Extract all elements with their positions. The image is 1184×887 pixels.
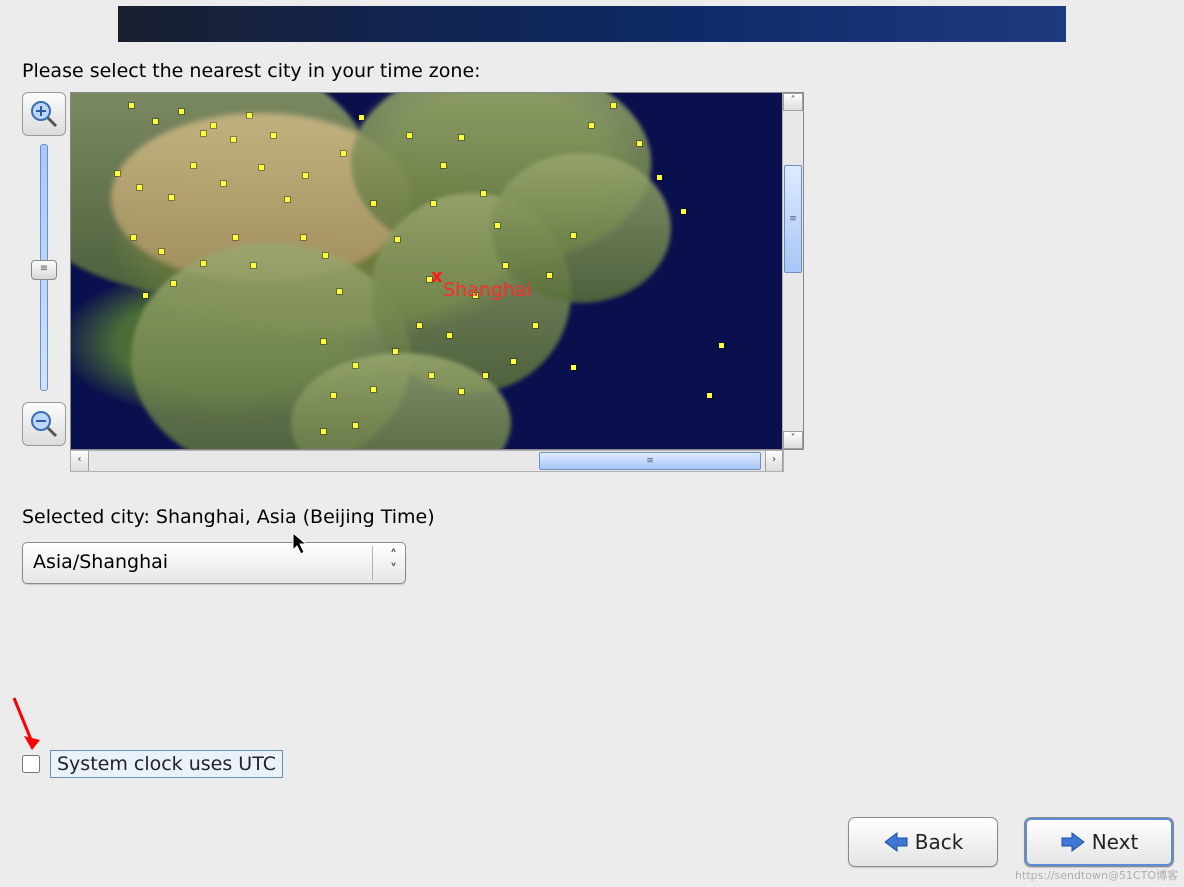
world-map[interactable]: xShanghai ˄ ≡ ˅ bbox=[70, 92, 804, 450]
city-dot[interactable] bbox=[247, 113, 252, 118]
city-dot[interactable] bbox=[353, 363, 358, 368]
map-vertical-scrollbar[interactable]: ˄ ≡ ˅ bbox=[782, 93, 803, 449]
city-dot[interactable] bbox=[533, 323, 538, 328]
city-dot[interactable] bbox=[137, 185, 142, 190]
zoom-slider-thumb[interactable]: ≡ bbox=[31, 260, 57, 280]
city-dot[interactable] bbox=[441, 163, 446, 168]
map-canvas[interactable]: xShanghai bbox=[71, 93, 783, 449]
city-dot[interactable] bbox=[571, 233, 576, 238]
system-clock-utc-checkbox[interactable] bbox=[22, 755, 40, 773]
city-dot[interactable] bbox=[221, 181, 226, 186]
dropdown-spinner-icon: ˄˅ bbox=[390, 549, 397, 577]
city-dot[interactable] bbox=[129, 103, 134, 108]
city-dot[interactable] bbox=[589, 123, 594, 128]
city-dot[interactable] bbox=[321, 429, 326, 434]
city-dot[interactable] bbox=[719, 343, 724, 348]
back-arrow-icon bbox=[883, 831, 909, 853]
city-dot[interactable] bbox=[271, 133, 276, 138]
zoom-in-button[interactable] bbox=[22, 92, 66, 136]
city-dot[interactable] bbox=[359, 115, 364, 120]
city-dot[interactable] bbox=[459, 135, 464, 140]
selected-city-marker[interactable]: x bbox=[431, 271, 443, 283]
city-dot[interactable] bbox=[637, 141, 642, 146]
timezone-prompt: Please select the nearest city in your t… bbox=[22, 60, 822, 82]
watermark: https://sendtown@51CTO博客 bbox=[1015, 867, 1178, 883]
timezone-value: Asia/Shanghai bbox=[33, 551, 168, 573]
city-dot[interactable] bbox=[431, 201, 436, 206]
city-dot[interactable] bbox=[341, 151, 346, 156]
city-dot[interactable] bbox=[571, 365, 576, 370]
city-dot[interactable] bbox=[153, 119, 158, 124]
utc-checkbox-row: System clock uses UTC bbox=[22, 750, 283, 778]
back-button[interactable]: Back bbox=[848, 817, 998, 867]
city-dot[interactable] bbox=[285, 197, 290, 202]
vertical-scroll-thumb[interactable]: ≡ bbox=[784, 165, 802, 273]
timezone-dropdown[interactable]: Asia/Shanghai ˄˅ bbox=[22, 542, 406, 584]
city-dot[interactable] bbox=[191, 163, 196, 168]
footer-nav: Back Next bbox=[848, 817, 1174, 867]
city-dot[interactable] bbox=[169, 195, 174, 200]
header-banner bbox=[118, 6, 1066, 42]
city-dot[interactable] bbox=[337, 289, 342, 294]
next-arrow-icon bbox=[1060, 831, 1086, 853]
zoom-out-icon bbox=[29, 409, 59, 439]
content-area: Please select the nearest city in your t… bbox=[22, 60, 822, 584]
city-dot[interactable] bbox=[511, 359, 516, 364]
city-dot[interactable] bbox=[231, 137, 236, 142]
city-dot[interactable] bbox=[371, 387, 376, 392]
city-dot[interactable] bbox=[211, 123, 216, 128]
city-dot[interactable] bbox=[233, 235, 238, 240]
zoom-out-button[interactable] bbox=[22, 402, 66, 446]
city-dot[interactable] bbox=[321, 339, 326, 344]
city-dot[interactable] bbox=[131, 235, 136, 240]
city-dot[interactable] bbox=[393, 349, 398, 354]
map-horizontal-scrollbar[interactable]: ‹ ≡ › bbox=[70, 450, 784, 472]
selected-city-label: Selected city: Shanghai, Asia (Beijing T… bbox=[22, 506, 822, 528]
city-dot[interactable] bbox=[115, 171, 120, 176]
city-dot[interactable] bbox=[259, 165, 264, 170]
horizontal-scroll-thumb[interactable]: ≡ bbox=[539, 452, 761, 470]
city-dot[interactable] bbox=[303, 173, 308, 178]
annotation-arrow bbox=[10, 694, 50, 754]
city-dot[interactable] bbox=[407, 133, 412, 138]
city-dot[interactable] bbox=[481, 191, 486, 196]
next-button[interactable]: Next bbox=[1024, 817, 1174, 867]
scroll-left-button[interactable]: ‹ bbox=[71, 451, 89, 471]
city-dot[interactable] bbox=[707, 393, 712, 398]
next-button-label: Next bbox=[1092, 830, 1139, 854]
map-zone: ≡ xShanghai ˄ ≡ bbox=[22, 92, 802, 472]
city-dot[interactable] bbox=[353, 423, 358, 428]
city-dot[interactable] bbox=[447, 333, 452, 338]
city-dot[interactable] bbox=[459, 389, 464, 394]
city-dot[interactable] bbox=[395, 237, 400, 242]
city-dot[interactable] bbox=[323, 253, 328, 258]
city-dot[interactable] bbox=[201, 261, 206, 266]
city-dot[interactable] bbox=[201, 131, 206, 136]
city-dot[interactable] bbox=[159, 249, 164, 254]
city-dot[interactable] bbox=[143, 293, 148, 298]
scroll-down-button[interactable]: ˅ bbox=[783, 431, 803, 449]
city-dot[interactable] bbox=[301, 235, 306, 240]
city-dot[interactable] bbox=[171, 281, 176, 286]
city-dot[interactable] bbox=[611, 103, 616, 108]
city-dot[interactable] bbox=[429, 373, 434, 378]
selected-city-map-label: Shanghai bbox=[443, 279, 532, 301]
city-dot[interactable] bbox=[417, 323, 422, 328]
scroll-up-button[interactable]: ˄ bbox=[783, 93, 803, 111]
city-dot[interactable] bbox=[483, 373, 488, 378]
dropdown-separator bbox=[372, 546, 373, 580]
back-button-label: Back bbox=[915, 830, 964, 854]
city-dot[interactable] bbox=[179, 109, 184, 114]
zoom-in-icon bbox=[29, 99, 59, 129]
city-dot[interactable] bbox=[657, 175, 662, 180]
city-dot[interactable] bbox=[331, 393, 336, 398]
city-dot[interactable] bbox=[495, 223, 500, 228]
city-dot[interactable] bbox=[251, 263, 256, 268]
system-clock-utc-label[interactable]: System clock uses UTC bbox=[50, 750, 283, 778]
city-dot[interactable] bbox=[681, 209, 686, 214]
city-dot[interactable] bbox=[547, 273, 552, 278]
city-dot[interactable] bbox=[371, 201, 376, 206]
city-dot[interactable] bbox=[503, 263, 508, 268]
scroll-right-button[interactable]: › bbox=[765, 451, 783, 471]
